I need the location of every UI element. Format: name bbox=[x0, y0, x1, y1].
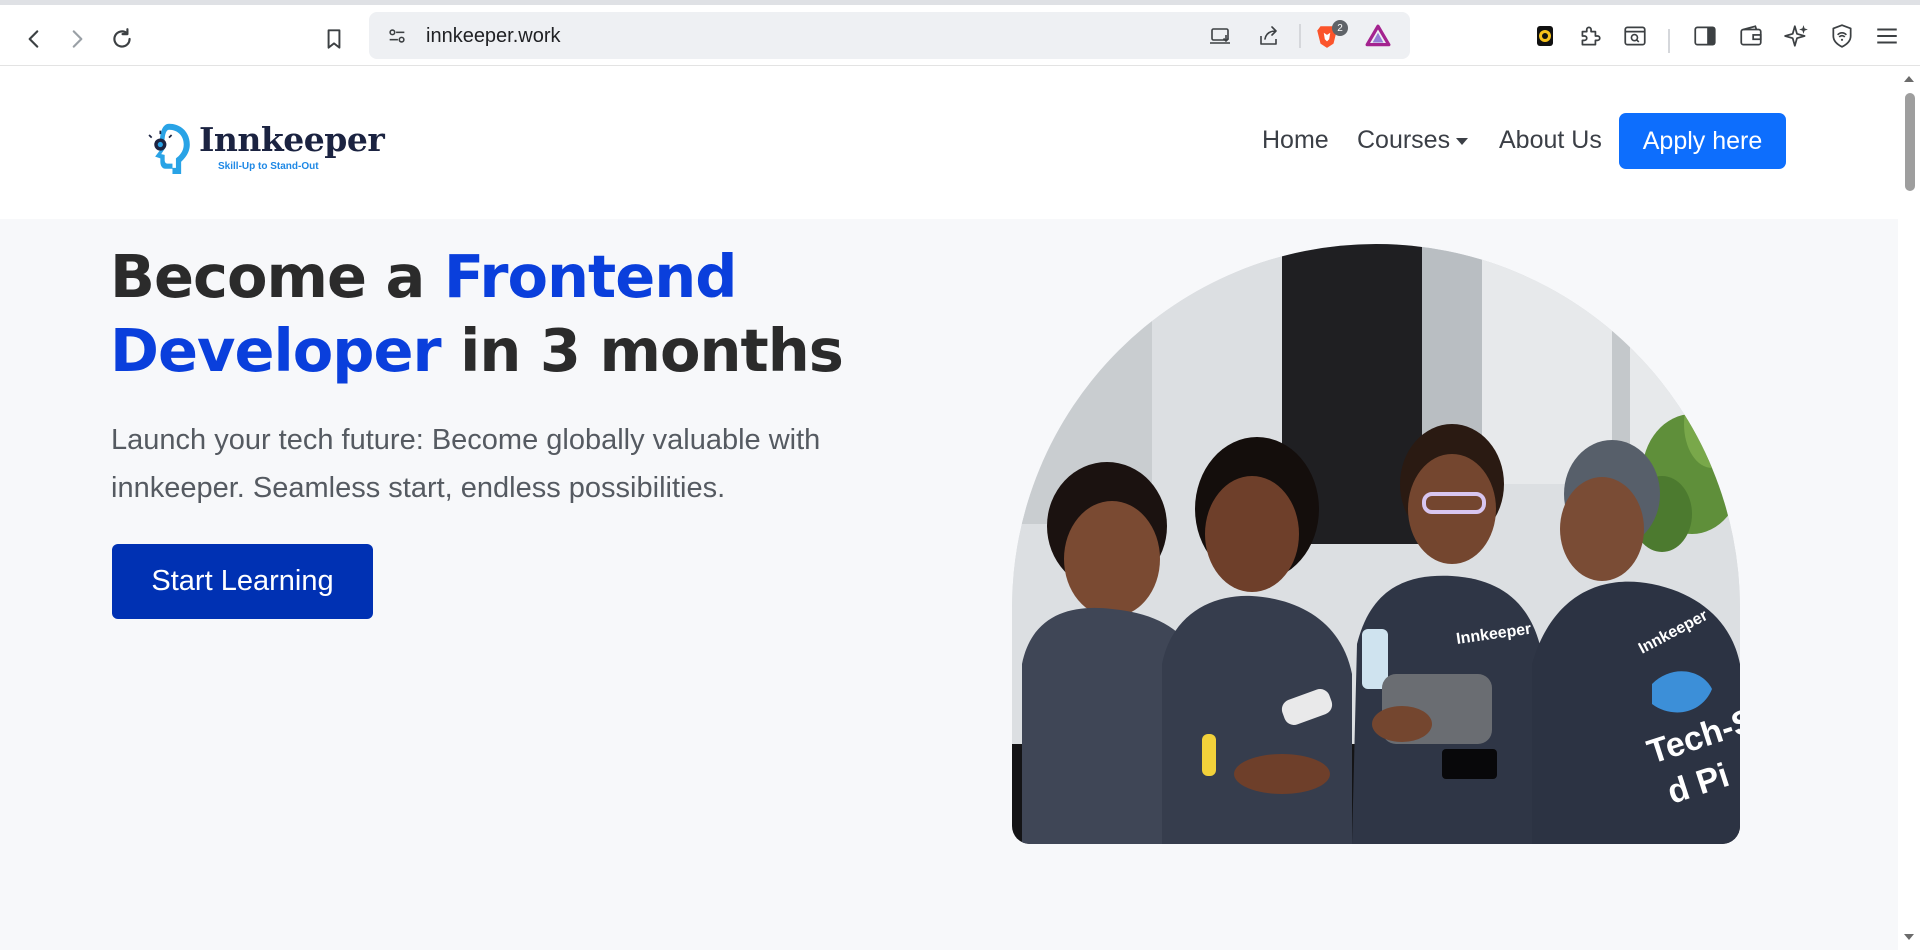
share-icon[interactable] bbox=[1255, 22, 1283, 50]
hero-title-part2: in 3 months bbox=[440, 316, 844, 385]
logo-tagline: Skill-Up to Stand-Out bbox=[218, 161, 319, 172]
nav-courses-dropdown[interactable]: Courses bbox=[1357, 126, 1469, 155]
scroll-down-icon[interactable] bbox=[1898, 926, 1920, 948]
forward-button[interactable] bbox=[57, 19, 97, 59]
reload-button[interactable] bbox=[102, 19, 142, 59]
wallet-icon[interactable] bbox=[1735, 20, 1767, 52]
install-app-icon[interactable] bbox=[1207, 22, 1235, 50]
nav-about-us[interactable]: About Us bbox=[1499, 126, 1602, 155]
site-logo[interactable]: Innkeeper Skill-Up to Stand-Out bbox=[143, 114, 385, 182]
start-learning-button[interactable]: Start Learning bbox=[112, 544, 373, 619]
nav-courses-label: Courses bbox=[1357, 126, 1451, 154]
sidebar-toggle-icon[interactable] bbox=[1689, 20, 1721, 52]
toolbar-divider bbox=[1668, 29, 1670, 53]
reload-icon bbox=[113, 28, 131, 48]
logo-name: Innkeeper bbox=[199, 120, 385, 159]
back-button[interactable] bbox=[14, 19, 54, 59]
apply-here-button[interactable]: Apply here bbox=[1619, 113, 1786, 169]
extensions-puzzle-icon[interactable] bbox=[1574, 20, 1606, 52]
url-text[interactable]: innkeeper.work bbox=[426, 25, 561, 48]
brave-rewards-icon[interactable] bbox=[1364, 22, 1392, 50]
vpn-shield-icon[interactable] bbox=[1826, 20, 1858, 52]
logo-head-icon bbox=[148, 123, 190, 174]
bookmark-icon bbox=[327, 29, 341, 49]
hero-title-part1: Become a bbox=[110, 242, 444, 311]
hero-heading: Become a Frontend Developer in 3 months bbox=[110, 240, 930, 388]
hero-subtitle: Launch your tech future: Become globally… bbox=[111, 424, 821, 504]
tab-search-icon[interactable] bbox=[1619, 20, 1651, 52]
address-bar[interactable]: innkeeper.work 2 bbox=[369, 12, 1410, 59]
site-settings-icon[interactable] bbox=[383, 22, 411, 50]
leo-ai-icon[interactable] bbox=[1781, 20, 1813, 52]
hero-title-highlight-2: Developer bbox=[110, 316, 442, 385]
scroll-up-icon[interactable] bbox=[1898, 68, 1920, 90]
extension-wallet-icon[interactable] bbox=[1529, 20, 1561, 52]
scrollbar-thumb[interactable] bbox=[1905, 93, 1915, 191]
bookmark-button[interactable] bbox=[314, 19, 354, 59]
site-header: Innkeeper Skill-Up to Stand-Out Home Cou… bbox=[0, 66, 1898, 219]
shields-count-badge: 2 bbox=[1332, 20, 1348, 36]
nav-home[interactable]: Home bbox=[1262, 126, 1329, 155]
page-scrollbar[interactable] bbox=[1898, 66, 1920, 950]
hero-title-highlight-1: Frontend bbox=[443, 242, 738, 311]
back-arrow-icon bbox=[28, 30, 39, 48]
urlbar-divider bbox=[1299, 24, 1301, 48]
main-menu-icon[interactable] bbox=[1871, 20, 1903, 52]
forward-arrow-icon bbox=[72, 30, 83, 48]
caret-down-icon bbox=[1456, 137, 1469, 145]
browser-toolbar: innkeeper.work 2 bbox=[0, 5, 1920, 66]
